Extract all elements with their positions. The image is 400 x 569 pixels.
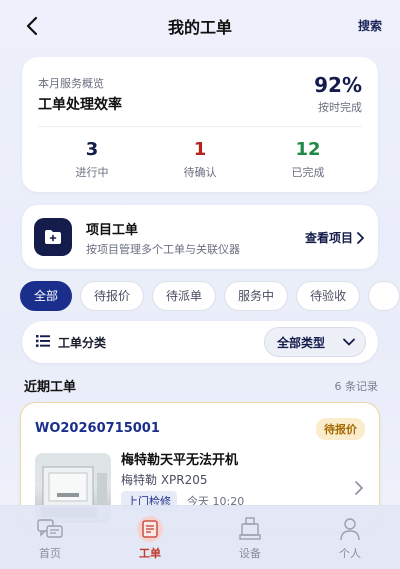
nav-label: 个人	[339, 547, 361, 560]
list-icon	[36, 335, 50, 347]
view-projects-link[interactable]: 查看项目	[305, 229, 364, 246]
type-select-value: 全部类型	[277, 335, 326, 350]
project-desc: 按项目管理多个工单与关联仪器	[86, 243, 240, 256]
on-time-rate-label: 按时完成	[318, 101, 362, 114]
nav-home[interactable]: 首页	[0, 506, 100, 569]
status-badge: 待报价	[316, 418, 365, 440]
recent-orders-title: 近期工单	[24, 380, 77, 395]
summary-card: 本月服务概览 工单处理效率 92% 按时完成 3 进行中 1 待确认 12 已完…	[22, 57, 378, 192]
bottom-nav: 首页 工单 设备 个人	[0, 505, 400, 569]
project-orders-card[interactable]: 项目工单 按项目管理多个工单与关联仪器 查看项目	[22, 205, 378, 269]
tab-in-service[interactable]: 服务中	[224, 281, 289, 311]
search-button[interactable]: 搜索	[358, 17, 382, 34]
nav-label: 首页	[39, 547, 61, 560]
nav-label: 工单	[139, 547, 161, 560]
category-filter: 工单分类 全部类型	[22, 321, 378, 363]
stat-label: 已完成	[291, 166, 325, 179]
tab-pending-quote[interactable]: 待报价	[80, 281, 145, 311]
order-id: WO20260715001	[35, 421, 160, 436]
view-projects-label: 查看项目	[304, 231, 353, 245]
stat-value: 3	[85, 139, 99, 160]
nav-work-orders[interactable]: 工单	[100, 506, 200, 569]
page-title: 我的工单	[167, 18, 232, 37]
stat-value: 12	[295, 139, 321, 160]
stat-label: 待确认	[183, 166, 217, 179]
tab-all[interactable]: 全部	[20, 281, 73, 311]
work-order-icon	[100, 516, 200, 542]
tab-pending-dispatch[interactable]: 待派单	[152, 281, 217, 311]
chevron-right-icon	[355, 481, 363, 495]
status-tabs: 全部 待报价 待派单 服务中 待验收	[20, 281, 400, 311]
stat-pending-confirm[interactable]: 1 待确认	[150, 139, 250, 180]
person-icon	[300, 516, 400, 542]
folder-plus-icon	[34, 218, 72, 256]
recent-orders-count: 6 条记录	[334, 380, 379, 393]
stat-value: 1	[193, 139, 207, 160]
stat-in-progress[interactable]: 3 进行中	[42, 139, 142, 180]
type-select[interactable]: 全部类型	[264, 327, 366, 357]
summary-title: 工单处理效率	[38, 97, 122, 113]
device-icon	[200, 516, 300, 542]
instrument-model: 梅特勒 XPR205	[121, 473, 208, 487]
tab-pending-acceptance[interactable]: 待验收	[296, 281, 361, 311]
nav-label: 设备	[239, 547, 261, 560]
tab-more[interactable]	[368, 281, 400, 311]
top-bar: 我的工单 搜索	[0, 0, 400, 52]
nav-devices[interactable]: 设备	[200, 506, 300, 569]
filter-label: 工单分类	[58, 336, 107, 350]
nav-profile[interactable]: 个人	[300, 506, 400, 569]
on-time-rate: 92%	[314, 73, 362, 97]
stat-label: 进行中	[75, 166, 109, 179]
divider	[38, 126, 362, 127]
chat-icon	[0, 516, 100, 542]
project-title: 项目工单	[86, 223, 139, 238]
chevron-right-icon	[357, 231, 364, 244]
stat-completed[interactable]: 12 已完成	[258, 139, 358, 180]
chevron-down-icon	[343, 338, 355, 346]
summary-subtitle: 本月服务概览	[38, 77, 104, 90]
order-title: 梅特勒天平无法开机	[121, 453, 239, 468]
